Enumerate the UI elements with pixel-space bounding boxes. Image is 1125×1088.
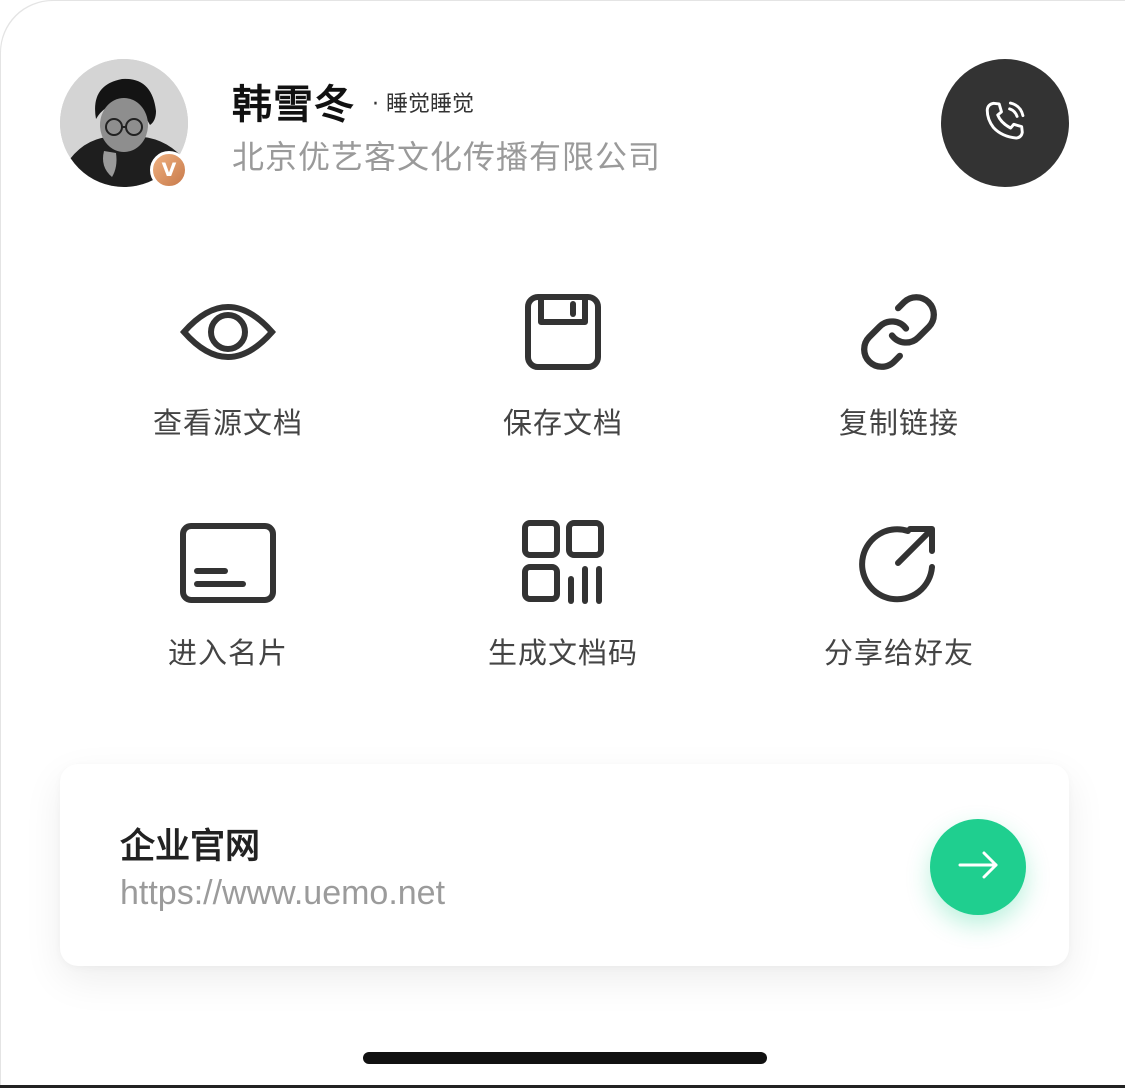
action-label: 进入名片 — [167, 636, 288, 670]
enter-card-action[interactable]: 进入名片 — [98, 512, 358, 672]
profile-title-tag: · 睡觉睡觉 — [372, 92, 474, 117]
copy-link-action[interactable]: 复制链接 — [769, 282, 1029, 442]
open-website-button[interactable] — [930, 819, 1026, 915]
profile-name: 韩雪冬 — [232, 82, 355, 128]
floppy-disk-icon — [513, 282, 613, 382]
link-icon — [849, 282, 949, 382]
action-label: 生成文档码 — [487, 636, 638, 670]
card-icon — [178, 512, 278, 612]
action-label: 查看源文档 — [152, 406, 303, 440]
save-doc-action[interactable]: 保存文档 — [433, 282, 693, 442]
website-card-url[interactable]: https://www.uemo.net — [120, 874, 445, 913]
generate-doc-code-action[interactable]: 生成文档码 — [433, 512, 693, 672]
website-card-title: 企业官网 — [120, 827, 261, 867]
call-button[interactable] — [941, 59, 1069, 187]
website-card[interactable]: 企业官网 https://www.uemo.net — [60, 764, 1069, 966]
phone-icon — [980, 96, 1030, 150]
profile-company: 北京优艺客文化传播有限公司 — [232, 138, 662, 176]
share-arrow-icon — [849, 512, 949, 612]
share-sheet: V 韩雪冬 · 睡觉睡觉 北京优艺客文化传播有限公司 查看源文档 保存文档 复制… — [0, 0, 1125, 1088]
share-friend-action[interactable]: 分享给好友 — [769, 512, 1029, 672]
qr-code-icon — [513, 512, 613, 612]
action-label: 分享给好友 — [823, 636, 974, 670]
home-indicator — [363, 1052, 767, 1064]
eye-icon — [178, 282, 278, 382]
view-source-doc-action[interactable]: 查看源文档 — [98, 282, 358, 442]
arrow-right-icon — [958, 850, 998, 884]
verified-badge: V — [150, 151, 188, 189]
action-label: 复制链接 — [838, 406, 959, 440]
action-label: 保存文档 — [502, 406, 623, 440]
